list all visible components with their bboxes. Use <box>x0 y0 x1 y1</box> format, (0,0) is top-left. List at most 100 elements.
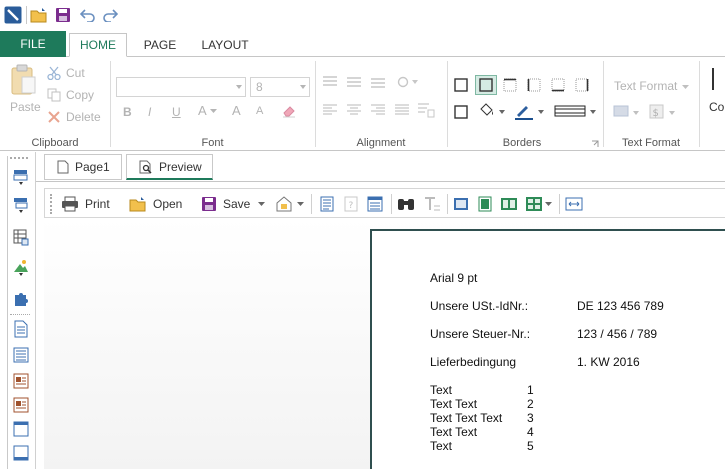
border-top-icon[interactable] <box>501 76 519 94</box>
rotate-text-icon[interactable] <box>396 75 420 89</box>
align-bottom-icon[interactable] <box>370 75 386 89</box>
more-icon[interactable] <box>708 67 718 91</box>
number-format-icon[interactable]: $ <box>648 102 678 122</box>
tab-page1[interactable]: Page1 <box>44 154 122 180</box>
list-item-text: Text Text <box>430 425 478 439</box>
delete-icon[interactable] <box>46 109 62 125</box>
border-bottom-icon[interactable] <box>549 76 567 94</box>
undo-icon[interactable] <box>78 5 98 25</box>
align-left-icon[interactable] <box>322 103 338 117</box>
vat-id-label: Unsere USt.-IdNr.: <box>430 299 529 313</box>
bold-button[interactable]: B <box>123 105 132 119</box>
left-toolbar <box>0 152 36 469</box>
borders-dialog-launcher-icon[interactable] <box>590 139 600 149</box>
delete-button[interactable]: Delete <box>66 110 101 124</box>
find-icon[interactable] <box>397 193 415 215</box>
cut-icon[interactable] <box>46 65 62 81</box>
multiple-pages-icon[interactable] <box>525 193 543 215</box>
borders-group-label: Borders <box>502 137 542 149</box>
export-button[interactable] <box>275 193 304 215</box>
open-button[interactable]: Open <box>129 193 182 215</box>
font-color-button[interactable]: A <box>198 103 207 118</box>
app-logo-icon[interactable] <box>3 5 23 25</box>
grow-font-button[interactable]: A <box>232 103 241 118</box>
preview-page: Arial 9 pt Unsere USt.-IdNr.: DE 123 456… <box>370 229 725 469</box>
tab-preview[interactable]: Preview <box>126 154 213 180</box>
tax-number-label: Unsere Steuer-Nr.: <box>430 327 531 341</box>
text-search-icon[interactable] <box>423 193 441 215</box>
text-format-dropdown-icon[interactable] <box>680 83 690 91</box>
page-setup-icon[interactable] <box>367 193 383 215</box>
align-middle-icon[interactable] <box>346 75 362 89</box>
tab-file[interactable]: FILE <box>0 31 66 57</box>
group-footer-icon[interactable] <box>12 396 30 414</box>
border-none-icon[interactable] <box>452 103 470 121</box>
tab-page[interactable]: PAGE <box>135 33 185 57</box>
format-painter-icon[interactable] <box>612 102 642 122</box>
document-tab-bar: Page1 Preview <box>36 152 725 182</box>
border-color-icon[interactable] <box>512 102 548 122</box>
save-button[interactable]: Save <box>201 193 266 215</box>
insert-component-icon[interactable] <box>12 290 30 308</box>
paste-icon[interactable] <box>8 63 38 97</box>
tab-preview-label: Preview <box>159 159 202 174</box>
fill-color-icon[interactable] <box>476 102 508 122</box>
justify-icon[interactable] <box>394 103 410 117</box>
group-header-icon[interactable] <box>12 372 30 390</box>
open-folder-icon[interactable] <box>29 5 49 25</box>
clear-format-icon[interactable] <box>280 103 298 119</box>
list-item-text: Text Text <box>430 397 478 411</box>
align-top-icon[interactable] <box>322 75 338 89</box>
export-icon <box>275 196 295 212</box>
multiple-pages-dropdown-icon[interactable] <box>545 193 552 215</box>
svg-text:$: $ <box>653 108 659 119</box>
border-left-icon[interactable] <box>525 76 543 94</box>
save-icon[interactable] <box>53 5 73 25</box>
fit-width-icon[interactable] <box>565 193 583 215</box>
tab-home[interactable]: HOME <box>69 33 127 57</box>
print-button[interactable]: Print <box>61 193 110 215</box>
font-size-combo[interactable]: 8 <box>250 77 310 97</box>
save-dropdown-icon[interactable] <box>258 201 266 207</box>
export-dropdown-icon[interactable] <box>297 201 304 207</box>
italic-button[interactable]: I <box>148 105 151 119</box>
page-footer-icon[interactable] <box>12 420 30 438</box>
align-center-icon[interactable] <box>346 103 362 117</box>
border-style-icon[interactable] <box>553 102 599 122</box>
underline-button[interactable]: U <box>172 105 181 119</box>
single-page-icon[interactable] <box>453 193 469 215</box>
data-band-icon[interactable] <box>12 346 30 364</box>
insert-table-icon[interactable] <box>12 228 30 246</box>
save-label: Save <box>223 197 251 211</box>
border-right-icon[interactable] <box>573 76 591 94</box>
two-pages-icon[interactable] <box>500 193 518 215</box>
shrink-font-button[interactable]: A <box>256 105 263 117</box>
insert-picture-icon[interactable] <box>12 258 30 276</box>
font-color-dropdown-icon[interactable] <box>208 107 218 115</box>
copy-button[interactable]: Copy <box>66 88 94 102</box>
redo-icon[interactable] <box>100 5 120 25</box>
border-outside-icon[interactable] <box>475 75 497 95</box>
page-header-icon[interactable] <box>12 320 30 338</box>
parameters-icon[interactable]: ? <box>343 193 359 215</box>
ribbon-tab-bar: FILE HOME PAGE LAYOUT <box>0 30 725 57</box>
document-map-icon[interactable] <box>319 193 335 215</box>
insert-subband-icon[interactable] <box>12 196 30 214</box>
insert-band-icon[interactable] <box>12 168 30 186</box>
text-format-combo[interactable]: Text Format <box>614 79 677 93</box>
continuous-page-icon[interactable] <box>477 193 493 215</box>
report-footer-icon[interactable] <box>12 444 30 462</box>
co-button[interactable]: Co <box>709 100 724 114</box>
cut-button[interactable]: Cut <box>66 66 85 80</box>
align-right-icon[interactable] <box>370 103 386 117</box>
text-format-group-label: Text Format <box>621 137 681 149</box>
tab-layout[interactable]: LAYOUT <box>195 33 255 57</box>
font-family-combo[interactable] <box>116 77 246 97</box>
open-label: Open <box>153 197 183 211</box>
copy-icon[interactable] <box>46 87 62 103</box>
wrap-text-icon[interactable] <box>416 101 436 119</box>
svg-text:?: ? <box>349 201 354 211</box>
border-all-icon[interactable] <box>452 76 470 94</box>
alignment-group-label: Alignment <box>356 137 406 149</box>
paste-button[interactable]: Paste <box>10 100 41 114</box>
